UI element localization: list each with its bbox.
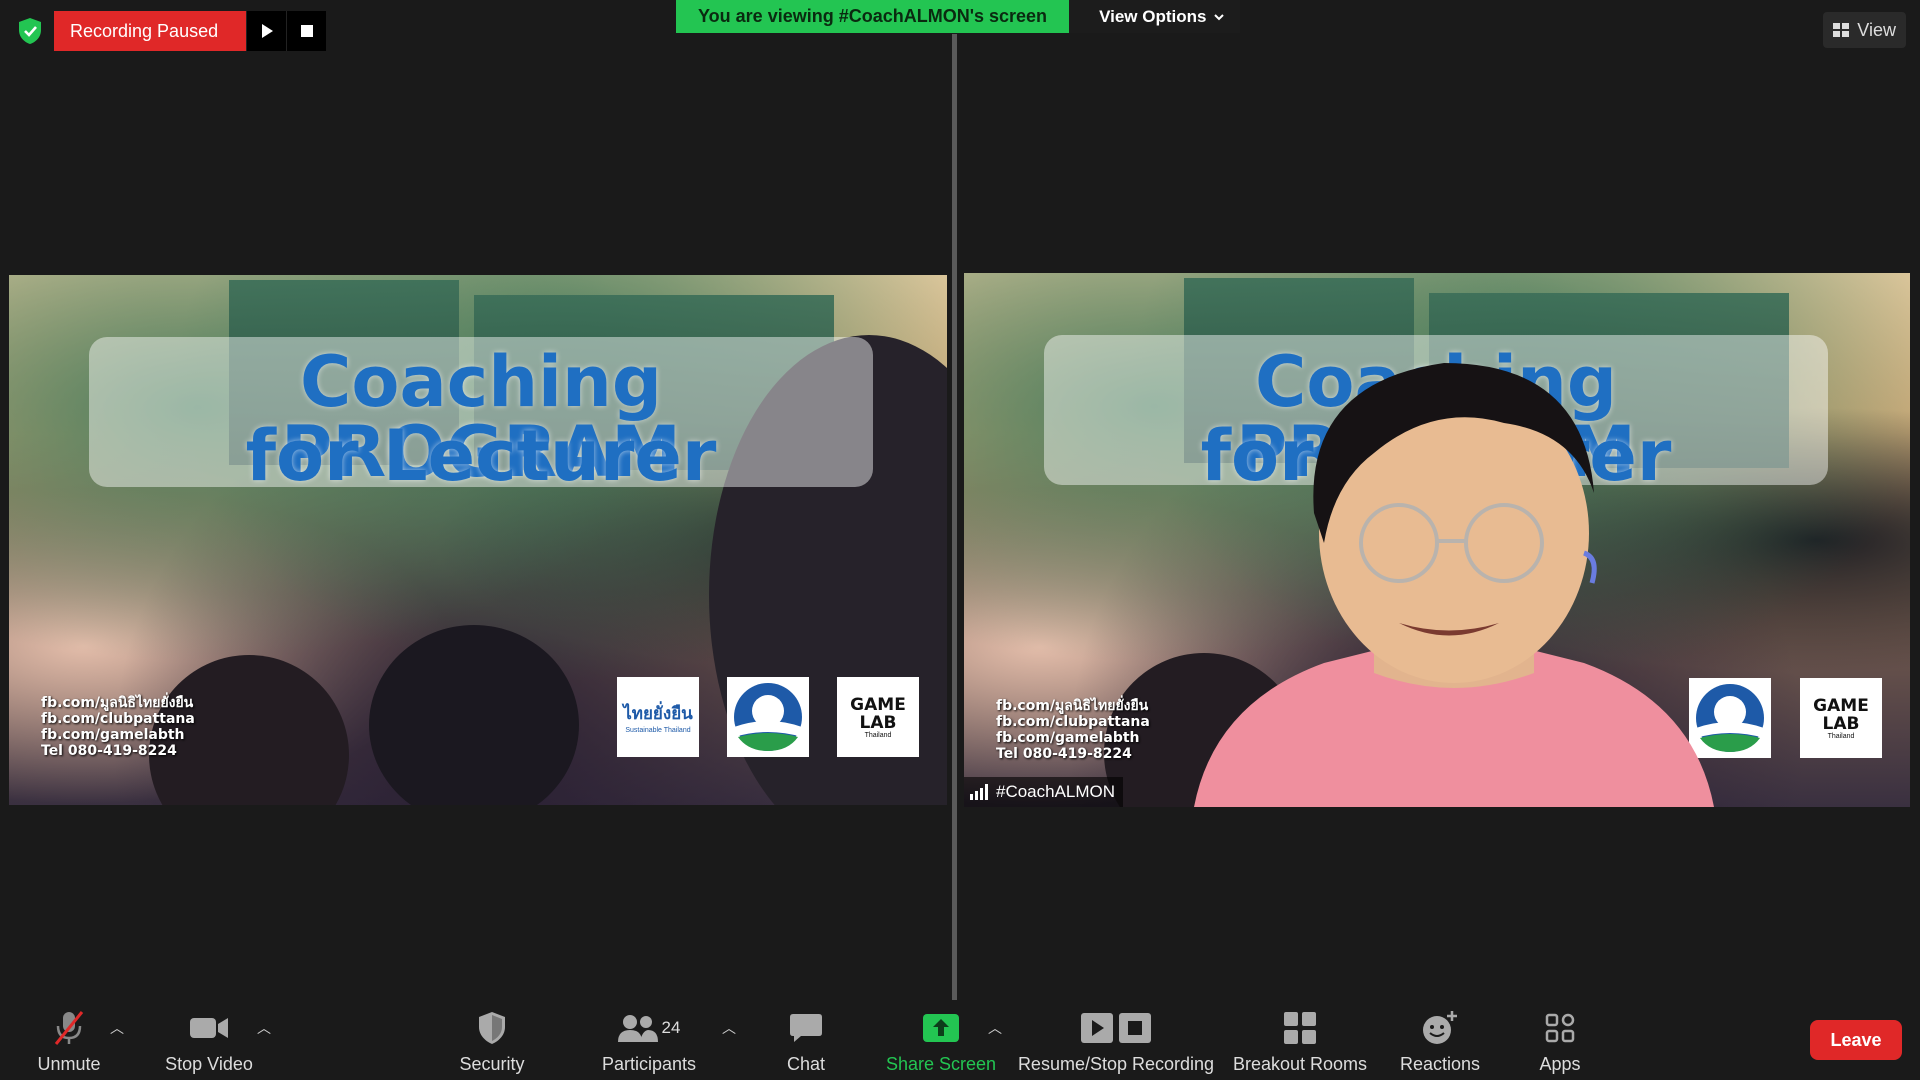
- recording-label: Resume/Stop Recording: [1017, 1054, 1215, 1074]
- foundation-logo-icon: [734, 683, 802, 751]
- reactions-smiley-icon: [1422, 1006, 1458, 1050]
- logo-text: LAB: [859, 712, 897, 733]
- view-button[interactable]: View: [1823, 12, 1906, 48]
- logo-text: ไทยยั่งยืน: [623, 704, 693, 724]
- logo-subtext: Thailand: [864, 731, 892, 739]
- play-stop-recording-icon: [1081, 1006, 1151, 1050]
- chat-label: Chat: [786, 1054, 826, 1074]
- slide-info-line: fb.com/มูลนิธิไทยยั่งยืน: [996, 698, 1149, 714]
- video-camera-icon: [190, 1006, 228, 1050]
- speaker-person: [1194, 363, 1714, 807]
- breakout-rooms-button[interactable]: Breakout Rooms: [1230, 1000, 1370, 1080]
- stop-video-label: Stop Video: [165, 1054, 253, 1074]
- slide-info-line: Tel 080-419-8224: [41, 743, 177, 759]
- split-view-divider[interactable]: [952, 34, 957, 1000]
- speaker-name-tag: #CoachALMON: [964, 777, 1124, 807]
- breakout-rooms-grid-icon: [1284, 1006, 1316, 1050]
- logo-text: GAME: [850, 694, 906, 715]
- encryption-shield-icon[interactable]: [12, 13, 48, 49]
- shared-screen-view: Coaching PROGRAM for Lecturer fb.com/มูล…: [9, 275, 947, 805]
- video-options-chevron-icon[interactable]: ︿: [257, 1018, 271, 1038]
- view-options-button[interactable]: View Options: [1069, 0, 1241, 33]
- reactions-button[interactable]: Reactions: [1396, 1000, 1484, 1080]
- logo-text: LAB: [1822, 713, 1860, 734]
- slide-info-line: fb.com/clubpattana: [996, 714, 1150, 730]
- slide-info-line: fb.com/gamelabth: [996, 730, 1140, 746]
- share-screen-button[interactable]: Share Screen: [880, 1000, 1002, 1080]
- stop-icon: [300, 25, 313, 37]
- thai-yangyuen-logo: ไทยยั่งยืน Sustainable Thailand: [617, 677, 699, 757]
- unmute-button[interactable]: Unmute: [30, 1000, 108, 1080]
- foundation-logo: [727, 677, 809, 757]
- slide-contact-info: fb.com/มูลนิธิไทยยั่งยืน fb.com/clubpatt…: [996, 698, 1150, 762]
- view-button-label: View: [1857, 19, 1896, 40]
- meeting-toolbar: Unmute ︿ Stop Video ︿ Security 24 Partic…: [0, 1000, 1920, 1080]
- view-options-label: View Options: [1099, 7, 1207, 26]
- apps-icon: [1545, 1006, 1575, 1050]
- slide-info-line: fb.com/gamelabth: [41, 727, 185, 743]
- participants-icon: 24: [617, 1006, 681, 1050]
- speaker-name: #CoachALMON: [996, 782, 1116, 801]
- grid-view-icon: [1833, 23, 1850, 37]
- slide-info-line: fb.com/clubpattana: [41, 711, 195, 727]
- audio-options-chevron-icon[interactable]: ︿: [110, 1018, 124, 1038]
- participants-options-chevron-icon[interactable]: ︿: [722, 1018, 736, 1038]
- gamelab-logo: GAME LAB Thailand: [1800, 678, 1882, 758]
- security-button[interactable]: Security: [452, 1000, 532, 1080]
- logo-subtext: Thailand: [1827, 732, 1855, 740]
- recording-controls: Recording Paused: [12, 11, 327, 51]
- play-icon: [261, 24, 273, 38]
- participants-count: 24: [661, 1018, 681, 1037]
- recording-button[interactable]: Resume/Stop Recording: [1016, 1000, 1216, 1080]
- resume-recording-button[interactable]: [246, 11, 287, 51]
- slide-info-line: fb.com/มูลนิธิไทยยั่งยืน: [41, 695, 194, 711]
- muted-microphone-icon: [52, 1006, 86, 1050]
- speaker-video-view: Coaching PROGRAM for Lecturer fb.com/มูล…: [964, 273, 1910, 807]
- participants-label: Participants: [601, 1054, 697, 1074]
- logo-subtext: Sustainable Thailand: [625, 727, 691, 734]
- breakout-rooms-label: Breakout Rooms: [1232, 1054, 1368, 1074]
- leave-meeting-button[interactable]: Leave: [1810, 1020, 1902, 1060]
- share-screen-arrow-icon: [923, 1006, 959, 1050]
- apps-button[interactable]: Apps: [1530, 1000, 1590, 1080]
- slide-contact-info: fb.com/มูลนิธิไทยยั่งยืน fb.com/clubpatt…: [41, 695, 195, 759]
- chat-bubble-icon: [789, 1006, 823, 1050]
- share-screen-label: Share Screen: [885, 1054, 997, 1074]
- stop-video-button[interactable]: Stop Video: [160, 1000, 258, 1080]
- unmute-label: Unmute: [37, 1054, 101, 1074]
- apps-label: Apps: [1539, 1054, 1581, 1074]
- slide-title-line2: for Lecturer: [245, 415, 717, 497]
- slide-info-line: Tel 080-419-8224: [996, 746, 1132, 762]
- logo-text: GAME: [1813, 695, 1869, 716]
- gamelab-logo: GAME LAB Thailand: [837, 677, 919, 757]
- security-shield-icon: [477, 1006, 507, 1050]
- chat-button[interactable]: Chat: [776, 1000, 836, 1080]
- viewing-banner-text: You are viewing #CoachALMON's screen: [676, 0, 1070, 33]
- share-options-chevron-icon[interactable]: ︿: [988, 1018, 1002, 1038]
- viewing-banner: You are viewing #CoachALMON's screen Vie…: [676, 0, 1241, 33]
- participants-button[interactable]: 24 Participants: [596, 1000, 702, 1080]
- signal-strength-icon: [970, 784, 988, 800]
- reactions-label: Reactions: [1399, 1054, 1481, 1074]
- chevron-down-icon: [1214, 13, 1225, 20]
- stop-recording-button[interactable]: [286, 11, 327, 51]
- recording-status-pill: Recording Paused: [54, 11, 327, 51]
- recording-status-label: Recording Paused: [54, 11, 247, 51]
- security-label: Security: [459, 1054, 525, 1074]
